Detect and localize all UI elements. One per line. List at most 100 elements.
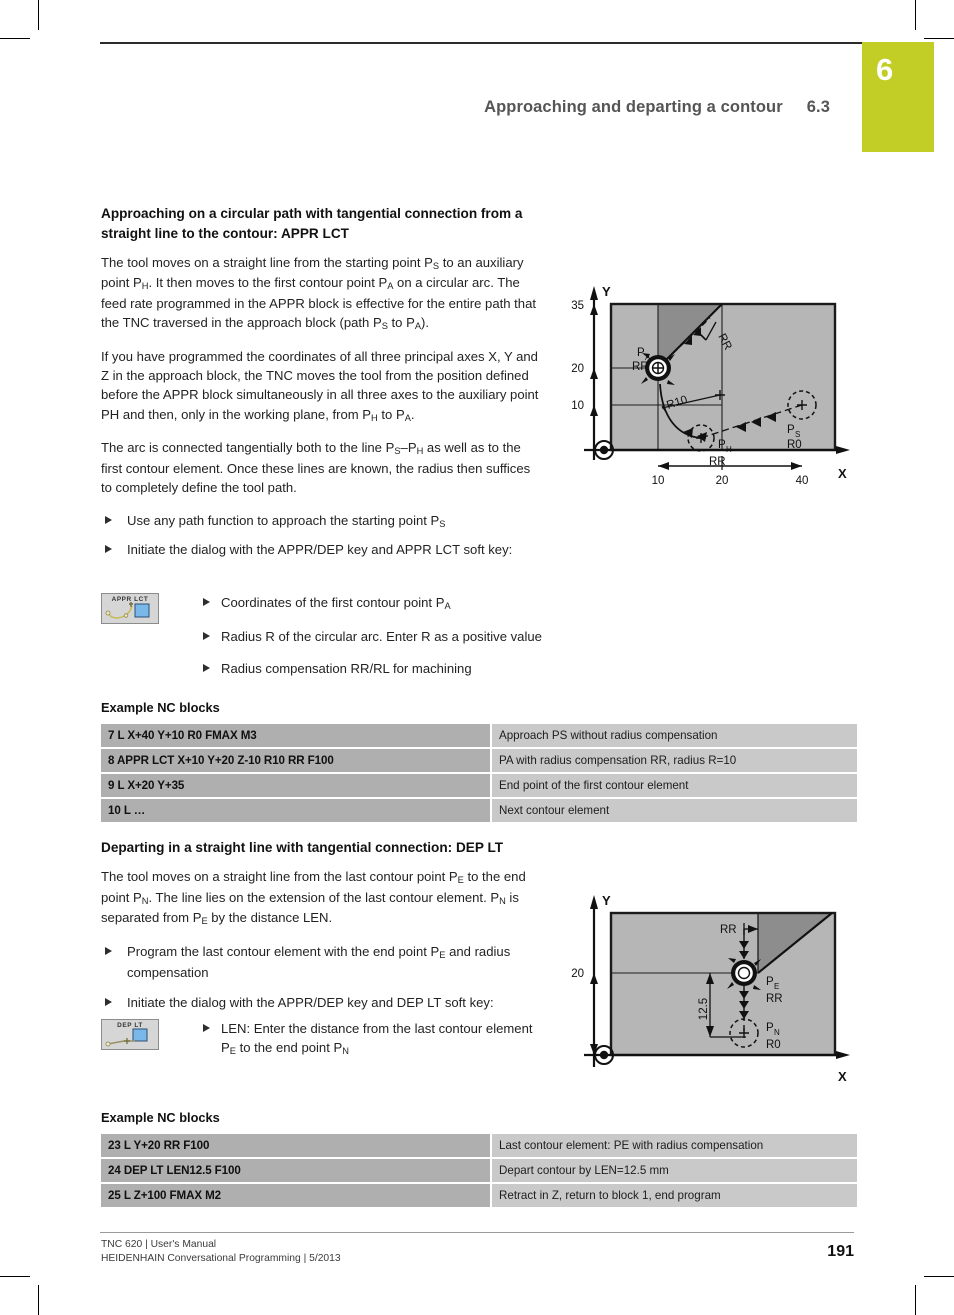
svg-text:R0: R0 <box>787 439 802 451</box>
nc-desc-cell: Approach PS without radius compensation <box>492 724 857 747</box>
appr-nc-table: 7 L X+40 Y+10 R0 FMAX M3 Approach PS wit… <box>101 722 857 824</box>
svg-text:X: X <box>838 1069 847 1084</box>
appr-paragraph-3: The arc is connected tangentially both t… <box>101 438 543 497</box>
svg-text:RR: RR <box>632 361 649 373</box>
svg-text:10: 10 <box>652 475 665 487</box>
list-item: Radius R of the circular arc. Enter R as… <box>199 627 543 646</box>
svg-text:E: E <box>774 982 779 991</box>
appr-heading: Approaching on a circular path with tang… <box>101 206 523 241</box>
text-fragment: by the distance LEN. <box>207 910 333 926</box>
nc-code-cell: 9 L X+20 Y+35 <box>101 774 490 797</box>
svg-text:RR: RR <box>766 993 783 1005</box>
page-number: 191 <box>827 1243 854 1260</box>
footer-line-1: TNC 620 | User's Manual <box>101 1239 217 1250</box>
dep-bullet-list: Program the last contour element with th… <box>101 942 543 1012</box>
svg-text:20: 20 <box>716 475 729 487</box>
list-item: Initiate the dialog with the APPR/DEP ke… <box>101 540 543 559</box>
appr-lct-softkey[interactable]: APPR LCT <box>101 593 159 624</box>
svg-text:P: P <box>766 1022 774 1034</box>
svg-text:H: H <box>726 445 732 454</box>
nc-code-cell: 8 APPR LCT X+10 Y+20 Z-10 R10 RR F100 <box>101 749 490 772</box>
table-row: 23 L Y+20 RR F100 Last contour element: … <box>101 1134 857 1157</box>
dep-paragraph-1: The tool moves on a straight line from t… <box>101 867 543 929</box>
crop-mark-top-right-h <box>924 38 954 39</box>
chapter-number: 6 <box>876 52 894 87</box>
nc-code-cell: 25 L Z+100 FMAX M2 <box>101 1184 490 1207</box>
list-item: LEN: Enter the distance from the last co… <box>199 1019 543 1059</box>
svg-text:20: 20 <box>571 968 584 980</box>
subscript: S <box>439 518 446 529</box>
dep-nc-title: Example NC blocks <box>101 1110 220 1125</box>
header-rule <box>100 42 862 44</box>
nc-code-cell: 23 L Y+20 RR F100 <box>101 1134 490 1157</box>
dep-sub-bullet-list: LEN: Enter the distance from the last co… <box>199 1019 543 1068</box>
list-item: Initiate the dialog with the APPR/DEP ke… <box>101 993 543 1012</box>
footer-line-2: HEIDENHAIN Conversational Programming | … <box>101 1253 341 1264</box>
triangle-bullet-icon <box>203 1024 210 1032</box>
footer-rule <box>100 1232 854 1233</box>
appr-lct-diagram: 35 20 10 10 20 40 Y X R10 P A RR P S R0 … <box>571 284 850 487</box>
table-row: 24 DEP LT LEN12.5 F100 Depart contour by… <box>101 1159 857 1182</box>
bullet-text: Initiate the dialog with the APPR/DEP ke… <box>127 542 513 558</box>
nc-code-cell: 10 L … <box>101 799 490 822</box>
nc-desc-cell: PA with radius compensation RR, radius R… <box>492 749 857 772</box>
svg-text:RR: RR <box>720 924 737 936</box>
list-item: Program the last contour element with th… <box>101 942 543 982</box>
text-fragment: The tool moves on a straight line from t… <box>101 254 433 270</box>
list-item: Use any path function to approach the st… <box>101 511 543 532</box>
appr-section: Approaching on a circular path with tang… <box>101 204 543 568</box>
svg-text:40: 40 <box>796 475 809 487</box>
subscript: H <box>371 412 378 423</box>
dep-section: Departing in a straight line with tangen… <box>101 838 543 1021</box>
text-fragment: The tool moves on a straight line from t… <box>101 868 458 884</box>
dep-nc-block-section: Example NC blocks 23 L Y+20 RR F100 Last… <box>101 1110 857 1209</box>
appr-bullet-list: Use any path function to approach the st… <box>101 511 543 560</box>
subscript: N <box>499 895 506 906</box>
table-row: 8 APPR LCT X+10 Y+20 Z-10 R10 RR F100 PA… <box>101 749 857 772</box>
svg-text:12.5: 12.5 <box>698 998 710 1020</box>
dep-nc-table: 23 L Y+20 RR F100 Last contour element: … <box>101 1132 857 1209</box>
table-row: 10 L … Next contour element <box>101 799 857 822</box>
footer: TNC 620 | User's Manual HEIDENHAIN Conve… <box>101 1238 341 1266</box>
bullet-text-cont: to the end point P <box>235 1040 343 1056</box>
list-item: Coordinates of the first contour point P… <box>199 593 543 614</box>
svg-text:P: P <box>718 439 726 451</box>
nc-desc-cell: Retract in Z, return to block 1, end pro… <box>492 1184 857 1207</box>
nc-desc-cell: Depart contour by LEN=12.5 mm <box>492 1159 857 1182</box>
appr-paragraph-2: If you have programmed the coordinates o… <box>101 347 543 425</box>
bullet-text: Initiate the dialog with the APPR/DEP ke… <box>127 994 494 1010</box>
crop-mark-bottom-left <box>38 1285 39 1315</box>
svg-text:10: 10 <box>571 400 584 412</box>
text-fragment: . It then moves to the first contour poi… <box>148 275 388 291</box>
bullet-text: Radius R of the circular arc. Enter R as… <box>221 628 542 644</box>
text-fragment: ). <box>421 315 430 331</box>
text-fragment: The arc is connected tangentially both t… <box>101 440 395 456</box>
dep-lt-diagram: 20 Y X RR 12.5 P E RR P N R0 <box>571 893 850 1084</box>
svg-text:20: 20 <box>571 363 584 375</box>
crop-mark-bottom-left-h <box>0 1276 30 1277</box>
figure-appr-lct: 35 20 10 10 20 40 Y X R10 P A RR P S R0 … <box>570 278 855 495</box>
table-row: 7 L X+40 Y+10 R0 FMAX M3 Approach PS wit… <box>101 724 857 747</box>
triangle-bullet-icon <box>105 997 112 1006</box>
text-fragment: . <box>410 406 415 422</box>
table-row: 9 L X+20 Y+35 End point of the first con… <box>101 774 857 797</box>
crop-mark-top-right <box>915 0 916 30</box>
triangle-bullet-icon <box>203 598 210 606</box>
svg-text:N: N <box>774 1028 780 1037</box>
triangle-bullet-icon <box>105 545 112 554</box>
svg-text:Y: Y <box>602 284 611 299</box>
crop-mark-bottom-right-h <box>924 1276 954 1277</box>
nc-desc-cell: Next contour element <box>492 799 857 822</box>
svg-text:S: S <box>795 430 800 439</box>
bullet-text: Use any path function to approach the st… <box>127 512 440 528</box>
svg-text:RR: RR <box>709 456 726 468</box>
triangle-bullet-icon <box>105 515 112 524</box>
svg-text:R0: R0 <box>766 1039 781 1051</box>
nc-desc-cell: End point of the first contour element <box>492 774 857 797</box>
svg-text:X: X <box>838 466 847 481</box>
crop-mark-top-left-h <box>0 38 30 39</box>
appr-nc-title: Example NC blocks <box>101 700 220 715</box>
svg-text:35: 35 <box>571 300 584 312</box>
triangle-bullet-icon <box>203 631 210 640</box>
dep-lt-softkey[interactable]: DEP LT <box>101 1019 159 1050</box>
